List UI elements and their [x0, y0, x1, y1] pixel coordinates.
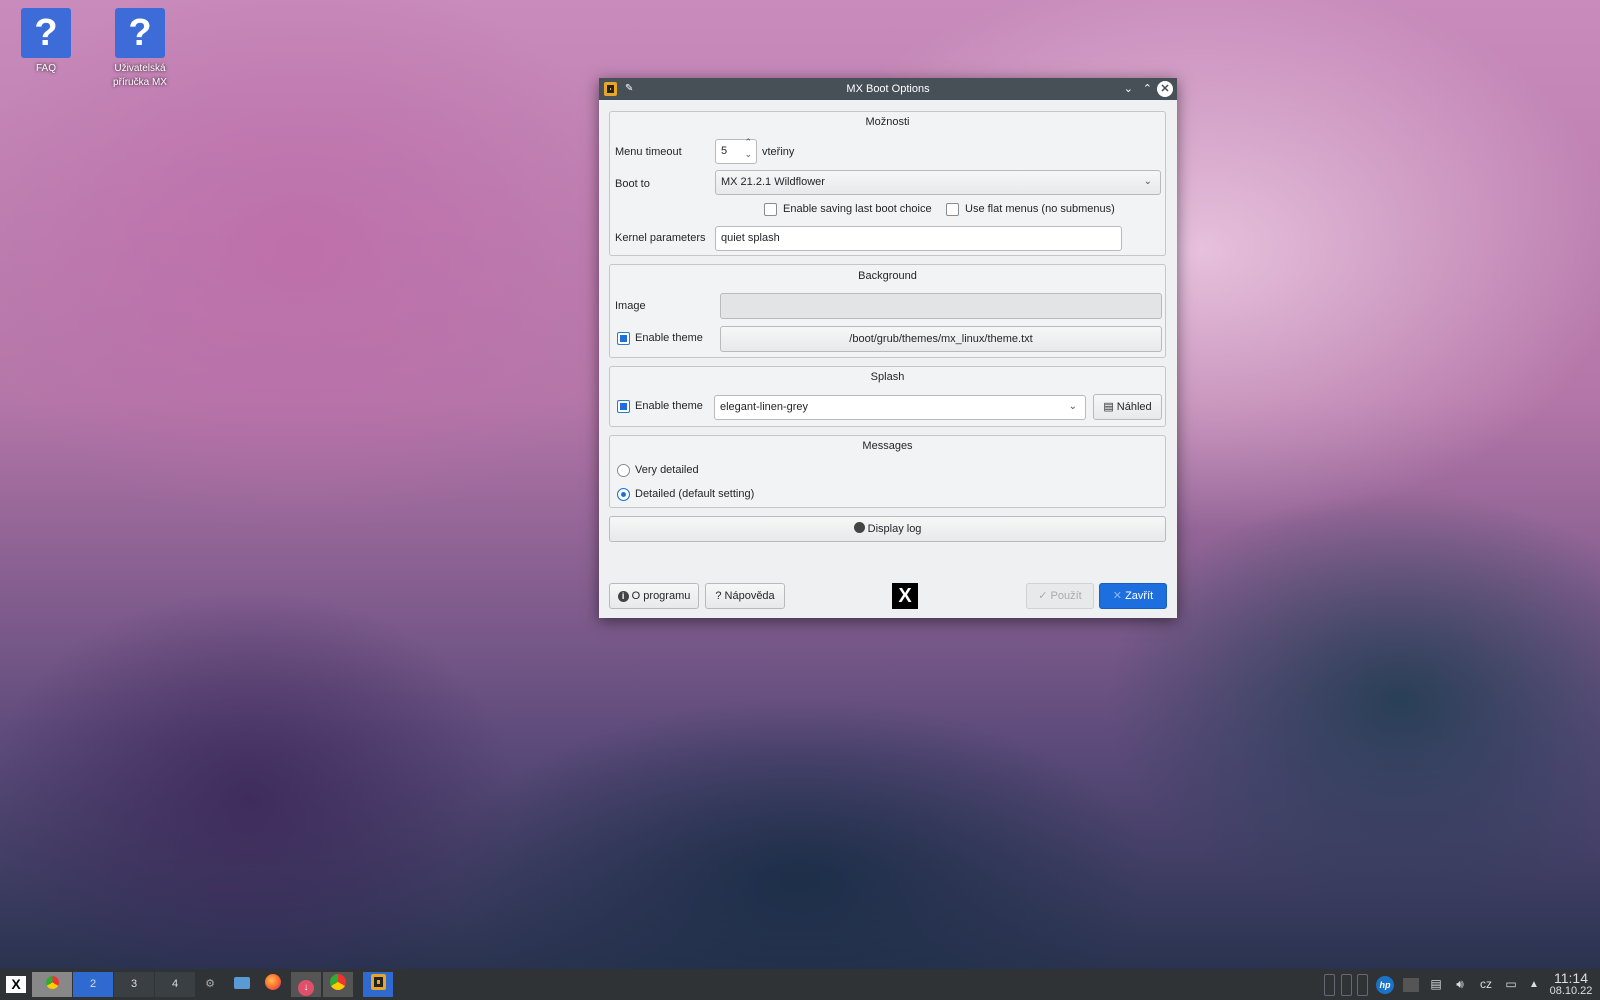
desktop-icon-manual[interactable]: ? Uživatelská příručka MX [105, 8, 175, 90]
settings-icon[interactable]: ⚙ [200, 972, 220, 997]
preview-icon: ▤ [1103, 401, 1114, 413]
title-bar[interactable]: ✎ MX Boot Options ⌄ ⌃ ✕ [599, 78, 1177, 100]
desktop-icon-faq[interactable]: ? FAQ [11, 8, 81, 76]
downloader-icon[interactable]: ↓ [291, 972, 321, 997]
clock[interactable]: 11:14 08.10.22 [1546, 969, 1596, 1000]
menu-timeout-unit: vteřiny [762, 146, 795, 158]
mx-boot-options-window: ✎ MX Boot Options ⌄ ⌃ ✕ Možnosti Menu ti… [599, 78, 1177, 618]
desktop-icon-label: Uživatelská [114, 63, 166, 74]
app-icon [604, 82, 617, 96]
hp-icon[interactable]: hp [1375, 969, 1395, 1000]
button-label: Zavřít [1125, 590, 1154, 602]
preview-button[interactable]: ▤ Náhled [1093, 394, 1162, 420]
clipboard-icon[interactable]: ▤ [1428, 969, 1444, 1000]
flat-menus-checkbox[interactable] [946, 203, 959, 216]
kernel-parameters-input[interactable]: quiet splash [715, 226, 1122, 251]
background-enable-theme-label[interactable]: Enable theme [635, 331, 703, 345]
apply-button[interactable]: ✓ Použít [1026, 583, 1094, 609]
chevron-down-icon: ⌄ [1143, 176, 1152, 187]
maximize-icon[interactable]: ⌃ [1143, 78, 1152, 100]
button-label: Display log [867, 523, 922, 535]
check-icon: ✓ [1038, 590, 1048, 602]
chrome-icon [45, 976, 59, 989]
clock-date: 08.10.22 [1549, 985, 1593, 997]
splash-enable-theme-checkbox[interactable] [617, 400, 630, 413]
battery-icon[interactable] [1355, 969, 1369, 1000]
boot-to-combobox[interactable]: MX 21.2.1 Wildflower ⌄ [715, 170, 1161, 195]
help-question-icon: ? [115, 8, 165, 58]
battery-icon[interactable] [1322, 969, 1336, 1000]
button-label: Náhled [1116, 401, 1152, 413]
desktop-icon-label: příručka MX [113, 77, 167, 88]
spin-arrows-icon[interactable]: ⌃ ⌄ [744, 136, 752, 160]
splash-enable-theme-label[interactable]: Enable theme [635, 399, 703, 413]
kernel-parameters-label: Kernel parameters [615, 232, 706, 244]
taskbar: X 2 3 4 ⚙ ↓ hp ▤ 🔊︎ cz ▭ ▲ 11:14 08.10.2… [0, 969, 1600, 1000]
mx-menu-button[interactable]: X [6, 976, 26, 993]
pager-desktop-3[interactable]: 3 [114, 972, 154, 997]
close-icon[interactable]: ✕ [1157, 81, 1173, 97]
volume-icon[interactable]: 🔊︎ [1451, 969, 1469, 1000]
background-enable-theme-checkbox[interactable] [617, 332, 630, 345]
display-log-button[interactable]: Display log [609, 516, 1166, 542]
log-icon [853, 522, 865, 533]
pin-icon[interactable]: ✎ [625, 78, 633, 100]
radio-detailed[interactable] [617, 488, 630, 501]
splash-theme-combobox[interactable]: elegant-linen-grey ⌄ [714, 395, 1086, 420]
help-question-icon: ? [21, 8, 71, 58]
mx-logo: X [892, 583, 918, 609]
radio-very-detailed[interactable] [617, 464, 630, 477]
menu-timeout-spinbox[interactable]: 5 ⌃ ⌄ [715, 136, 757, 164]
close-x-icon: ✕ [1112, 590, 1123, 602]
flat-menus-label[interactable]: Use flat menus (no submenus) [965, 202, 1115, 216]
group-title: Možnosti [865, 116, 910, 128]
theme-path-button[interactable]: /boot/grub/themes/mx_linux/theme.txt [720, 326, 1162, 352]
clock-time: 11:14 [1554, 970, 1588, 986]
close-button[interactable]: ✕ Zavřít [1099, 583, 1167, 609]
enable-saving-checkbox[interactable] [764, 203, 777, 216]
group-title: Messages [862, 440, 913, 452]
messages-group: Messages Very detailed Detailed (default… [609, 435, 1166, 508]
mx-boot-options-task[interactable] [363, 972, 393, 997]
background-group: Background Image Enable theme /boot/grub… [609, 264, 1166, 358]
window-title: MX Boot Options [846, 83, 930, 95]
firefox-icon[interactable] [262, 972, 284, 997]
desktop-icon-label: FAQ [35, 63, 56, 74]
radio-label[interactable]: Detailed (default setting) [635, 487, 754, 501]
pager-desktop-4[interactable]: 4 [155, 972, 195, 997]
chrome-icon[interactable] [323, 972, 353, 997]
tray-expand-icon[interactable]: ▲ [1527, 969, 1541, 1000]
combobox-value: MX 21.2.1 Wildflower [721, 176, 825, 188]
boot-to-label: Boot to [615, 178, 650, 190]
battery-icon[interactable] [1339, 969, 1353, 1000]
storage-icon[interactable] [1402, 969, 1420, 1000]
spinbox-value: 5 [721, 145, 728, 157]
button-label: Použít [1050, 590, 1082, 602]
file-manager-icon[interactable] [232, 972, 252, 997]
about-button[interactable]: i O programu [609, 583, 699, 609]
help-icon: ? [715, 590, 722, 602]
image-select-button[interactable] [720, 293, 1162, 319]
minimize-icon[interactable]: ⌄ [1124, 78, 1133, 100]
group-title: Splash [870, 371, 905, 383]
help-button[interactable]: ? Nápověda [705, 583, 785, 609]
group-title: Background [858, 270, 917, 282]
menu-timeout-label: Menu timeout [615, 146, 682, 158]
combobox-value: elegant-linen-grey [720, 401, 809, 413]
button-label: O programu [631, 590, 691, 602]
radio-label[interactable]: Very detailed [635, 463, 699, 477]
options-group: Možnosti Menu timeout 5 ⌃ ⌄ vteřiny Boot t… [609, 111, 1166, 256]
pager-desktop-1[interactable] [32, 972, 72, 997]
info-icon: i [617, 591, 629, 602]
chevron-down-icon: ⌄ [1068, 401, 1077, 412]
splash-group: Splash Enable theme elegant-linen-grey ⌄ … [609, 366, 1166, 427]
image-label: Image [615, 300, 646, 312]
button-label: Nápověda [724, 590, 775, 602]
network-icon[interactable]: ▭ [1502, 969, 1520, 1000]
keyboard-layout[interactable]: cz [1476, 969, 1496, 1000]
pager-desktop-2[interactable]: 2 [73, 972, 113, 997]
enable-saving-label[interactable]: Enable saving last boot choice [783, 202, 932, 216]
